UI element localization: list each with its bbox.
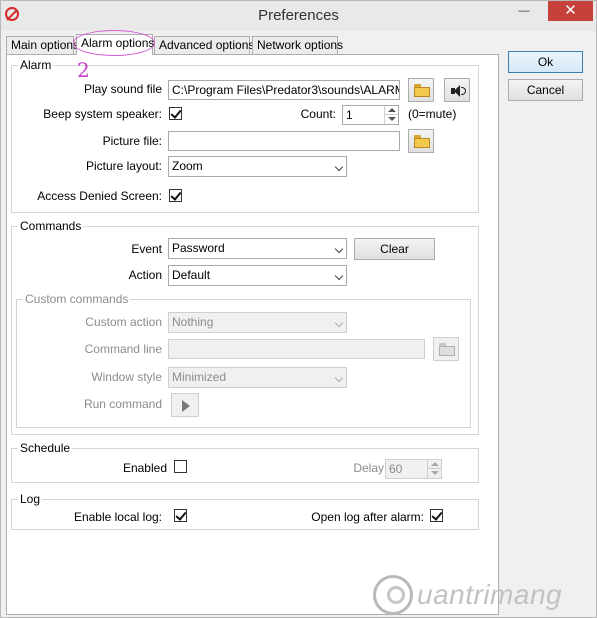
- alarm-options-panel: Alarm Play sound file C:\Program Files\P…: [6, 54, 499, 615]
- window-style-value: Minimized: [172, 370, 227, 384]
- picture-file-label: Picture file:: [102, 134, 162, 148]
- close-button[interactable]: ✕: [548, 1, 593, 21]
- access-denied-checkbox[interactable]: [169, 189, 182, 202]
- tab-main-options[interactable]: Main options: [6, 36, 79, 54]
- count-value: 1: [346, 108, 353, 122]
- custom-action-value: Nothing: [172, 315, 214, 329]
- chevron-down-icon: [334, 162, 344, 172]
- beep-speaker-checkbox[interactable]: [169, 107, 182, 120]
- delay-value: 60: [389, 462, 403, 476]
- beep-speaker-label: Beep system speaker:: [43, 107, 162, 121]
- chevron-down-icon: [334, 271, 344, 281]
- browse-picture-button[interactable]: [408, 129, 434, 153]
- bulb-logo-icon: [373, 575, 413, 615]
- title-bar[interactable]: Preferences — ✕: [1, 1, 596, 31]
- alarm-legend: Alarm: [20, 58, 52, 72]
- clear-button[interactable]: Clear: [354, 238, 435, 260]
- action-value: Default: [172, 268, 211, 282]
- annotation-number: 2: [77, 58, 90, 82]
- count-stepper[interactable]: 1: [342, 105, 399, 125]
- run-command-label: Run command: [83, 397, 162, 411]
- picture-layout-label: Picture layout:: [85, 159, 162, 173]
- action-select[interactable]: Default: [168, 265, 347, 286]
- chevron-down-icon: [334, 318, 344, 328]
- count-down-arrow-icon[interactable]: [384, 115, 398, 124]
- command-line-input[interactable]: [168, 339, 425, 359]
- watermark: uantrimang: [373, 573, 593, 617]
- commands-legend: Commands: [20, 219, 82, 233]
- access-denied-label: Access Denied Screen:: [37, 189, 162, 203]
- tab-advanced-options[interactable]: Advanced options: [154, 36, 254, 54]
- command-line-label: Command line: [84, 342, 162, 356]
- enable-local-log-label: Enable local log:: [73, 510, 162, 524]
- open-log-after-alarm-checkbox[interactable]: [430, 509, 443, 522]
- play-icon: [182, 400, 190, 412]
- folder-open-icon: [414, 135, 430, 148]
- delay-up-arrow-icon[interactable]: [427, 460, 441, 469]
- delay-label: Delay: [353, 461, 384, 475]
- picture-layout-select[interactable]: Zoom: [168, 156, 347, 177]
- ok-button[interactable]: Ok: [508, 51, 583, 73]
- custom-action-select[interactable]: Nothing: [168, 312, 347, 333]
- browse-sound-button[interactable]: [408, 78, 434, 102]
- play-sound-button[interactable]: [444, 78, 470, 102]
- speaker-icon: [451, 85, 466, 97]
- chevron-down-icon: [334, 373, 344, 383]
- watermark-text: uantrimang: [417, 579, 563, 610]
- action-label: Action: [128, 268, 162, 282]
- window-style-select[interactable]: Minimized: [168, 367, 347, 388]
- count-label: Count:: [300, 107, 336, 121]
- event-label: Event: [131, 242, 162, 256]
- enable-local-log-checkbox[interactable]: [174, 509, 187, 522]
- log-legend: Log: [20, 492, 41, 506]
- minimize-button[interactable]: —: [504, 1, 544, 21]
- folder-open-icon: [439, 343, 455, 356]
- schedule-legend: Schedule: [20, 441, 71, 455]
- run-command-button[interactable]: [171, 393, 199, 417]
- chevron-down-icon: [334, 244, 344, 254]
- annotation-circle: [73, 30, 155, 56]
- picture-file-input[interactable]: [168, 131, 400, 151]
- tab-network-options[interactable]: Network options: [252, 36, 343, 54]
- browse-command-button[interactable]: [433, 337, 459, 361]
- delay-down-arrow-icon[interactable]: [427, 469, 441, 478]
- custom-action-label: Custom action: [85, 315, 162, 329]
- event-value: Password: [172, 241, 225, 255]
- play-sound-input[interactable]: C:\Program Files\Predator3\sounds\ALARM.…: [168, 80, 400, 100]
- count-up-arrow-icon[interactable]: [384, 106, 398, 115]
- schedule-enabled-label: Enabled: [122, 461, 167, 475]
- window-style-label: Window style: [91, 370, 162, 384]
- mute-hint: (0=mute): [408, 107, 457, 121]
- preferences-window: Preferences — ✕ Main options Alarm optio…: [0, 0, 597, 618]
- custom-commands-legend: Custom commands: [25, 292, 129, 306]
- event-select[interactable]: Password: [168, 238, 347, 259]
- folder-open-icon: [414, 84, 430, 97]
- delay-stepper[interactable]: 60: [385, 459, 442, 479]
- cancel-button[interactable]: Cancel: [508, 79, 583, 101]
- schedule-enabled-checkbox[interactable]: [174, 460, 187, 473]
- open-log-after-alarm-label: Open log after alarm:: [311, 510, 424, 524]
- play-sound-label: Play sound file: [83, 82, 162, 96]
- picture-layout-value: Zoom: [172, 159, 203, 173]
